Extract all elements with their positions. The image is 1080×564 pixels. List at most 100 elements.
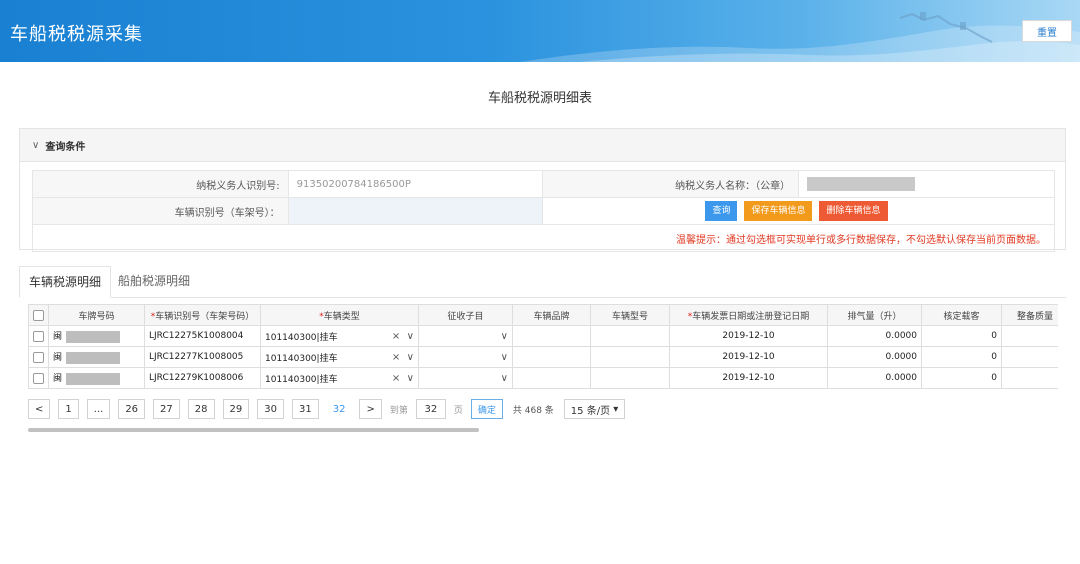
date-cell[interactable]: 2019-12-10 — [669, 346, 828, 368]
mass-cell[interactable] — [1001, 367, 1058, 389]
page-button[interactable]: 1 — [58, 399, 79, 419]
vin-cell[interactable]: LJRC12275K1008004 — [144, 325, 261, 347]
chevron-down-icon[interactable]: ∨ — [501, 331, 508, 342]
page-button[interactable]: 28 — [187, 399, 215, 419]
app-header: 车船税税源采集 重置 — [0, 0, 1080, 62]
vehicle-grid: 车牌号码 *车辆识别号（车架号码） *车辆类型 征收子目 车辆品牌 车辆型号 *… — [28, 304, 1058, 389]
row-checkbox-cell[interactable] — [28, 367, 49, 389]
page-ellipsis-button[interactable]: ... — [86, 399, 111, 419]
subject-select[interactable]: ∨ — [418, 367, 513, 389]
seats-cell[interactable]: 0 — [921, 325, 1002, 347]
mass-cell[interactable] — [1001, 325, 1058, 347]
query-actions: 查询 保存车辆信息 删除车辆信息 — [542, 197, 1055, 225]
grid-header-row: 车牌号码 *车辆识别号（车架号码） *车辆类型 征收子目 车辆品牌 车辆型号 *… — [28, 304, 1058, 326]
col-date-label: 车辆发票日期或注册登记日期 — [692, 311, 810, 322]
vin-label: 车辆识别号（车架号）： — [32, 197, 289, 225]
total-count: 共 468 条 — [512, 405, 554, 416]
prev-page-button[interactable]: < — [28, 399, 51, 419]
page-size-select[interactable]: 15 条/页 ▾ — [563, 399, 626, 419]
col-mass: 整备质量 — [1001, 304, 1058, 326]
date-cell[interactable]: 2019-12-10 — [669, 325, 828, 347]
row-checkbox[interactable] — [33, 372, 44, 384]
col-vin-label: 车辆识别号（车架号码） — [155, 311, 255, 322]
col-plate: 车牌号码 — [48, 304, 145, 326]
vehicle-grid-container[interactable]: 车牌号码 *车辆识别号（车架号码） *车辆类型 征收子目 车辆品牌 车辆型号 *… — [28, 304, 1058, 390]
seats-cell[interactable]: 0 — [921, 367, 1002, 389]
subject-select[interactable]: ∨ — [418, 346, 513, 368]
clear-icon[interactable]: × — [392, 352, 400, 363]
query-panel-header[interactable]: ∨ 查询条件 — [20, 129, 1065, 162]
row-checkbox-cell[interactable] — [28, 325, 49, 347]
page-size-value: 15 条/页 — [570, 405, 611, 417]
clear-icon[interactable]: × — [392, 331, 400, 342]
redacted-taxpayer-name — [807, 177, 916, 191]
vin-cell[interactable]: LJRC12279K1008006 — [144, 367, 261, 389]
vehicle-type-value: 101140300|挂车 — [265, 374, 338, 385]
col-subject: 征收子目 — [418, 304, 513, 326]
model-cell[interactable] — [590, 325, 670, 347]
brand-cell[interactable] — [512, 346, 591, 368]
taxpayer-id-label: 纳税义务人识别号: — [32, 170, 289, 198]
detail-tabs: 车辆税源明细 船舶税源明细 — [19, 266, 1066, 298]
chevron-down-icon[interactable]: ∨ — [501, 373, 508, 384]
taxpayer-id-value: 91350200784186500P — [287, 170, 544, 198]
caret-down-icon: ▾ — [613, 403, 619, 415]
page-button[interactable]: 31 — [291, 399, 319, 419]
page-title: 车船税税源明细表 — [487, 91, 592, 106]
great-wall-banner-decoration — [520, 12, 1080, 62]
tab-vehicle-detail[interactable]: 车辆税源明细 — [19, 266, 112, 298]
clear-icon[interactable]: × — [392, 373, 400, 384]
plate-prefix: 闽 — [53, 353, 63, 364]
select-all-checkbox-cell[interactable] — [28, 304, 49, 326]
model-cell[interactable] — [590, 367, 670, 389]
chevron-down-icon[interactable]: ∨ — [501, 352, 508, 363]
table-row: 闽 LJRC12277K1008005 101140300|挂车 × ∨ ∨ 20… — [28, 346, 1058, 368]
page-button[interactable]: 29 — [222, 399, 250, 419]
reset-button[interactable]: 重置 — [1022, 20, 1072, 42]
vin-input[interactable] — [287, 197, 544, 225]
mass-cell[interactable] — [1001, 346, 1058, 368]
date-cell[interactable]: 2019-12-10 — [669, 367, 828, 389]
chevron-down-icon[interactable]: ∨ — [407, 352, 414, 363]
vehicle-type-select[interactable]: 101140300|挂车 × ∨ — [260, 346, 419, 368]
vehicle-type-select[interactable]: 101140300|挂车 × ∨ — [260, 325, 419, 347]
row-checkbox-cell[interactable] — [28, 346, 49, 368]
vehicle-type-select[interactable]: 101140300|挂车 × ∨ — [260, 367, 419, 389]
model-cell[interactable] — [590, 346, 670, 368]
chevron-down-icon[interactable]: ∨ — [32, 140, 39, 151]
horizontal-scrollbar[interactable] — [28, 428, 479, 432]
chevron-down-icon[interactable]: ∨ — [407, 331, 414, 342]
displacement-cell[interactable]: 0.0000 — [827, 367, 922, 389]
search-button[interactable]: 查询 — [705, 201, 738, 221]
query-panel: ∨ 查询条件 纳税义务人识别号: 91350200784186500P 纳税义务… — [19, 128, 1066, 252]
col-displacement: 排气量（升） — [827, 304, 922, 326]
page-button[interactable]: 26 — [118, 399, 146, 419]
seats-cell[interactable]: 0 — [921, 346, 1002, 368]
save-vehicle-button[interactable]: 保存车辆信息 — [744, 201, 813, 221]
row-checkbox[interactable] — [33, 351, 44, 363]
plate-cell: 闽 — [48, 325, 145, 347]
col-model: 车辆型号 — [590, 304, 670, 326]
goto-label: 到第 — [389, 405, 408, 416]
page-button[interactable]: 30 — [257, 399, 284, 419]
taxpayer-name-value — [798, 170, 1055, 198]
vehicle-type-value: 101140300|挂车 — [265, 353, 338, 364]
delete-vehicle-button[interactable]: 删除车辆信息 — [819, 201, 888, 221]
goto-confirm-button[interactable]: 确定 — [470, 399, 503, 419]
page-button[interactable]: 27 — [153, 399, 180, 419]
displacement-cell[interactable]: 0.0000 — [827, 346, 922, 368]
select-all-checkbox[interactable] — [33, 309, 44, 321]
tab-vessel-detail[interactable]: 船舶税源明细 — [109, 266, 199, 297]
vin-cell[interactable]: LJRC12277K1008005 — [144, 346, 261, 368]
plate-prefix: 闽 — [53, 374, 63, 385]
brand-cell[interactable] — [512, 325, 591, 347]
redacted-plate — [66, 351, 121, 364]
displacement-cell[interactable]: 0.0000 — [827, 325, 922, 347]
warm-tip: 温馨提示：通过勾选框可实现单行或多行数据保存，不勾选默认保存当前页面数据。 — [32, 224, 1055, 252]
goto-page-input[interactable]: 32 — [415, 399, 446, 419]
next-page-button[interactable]: > — [359, 399, 382, 419]
subject-select[interactable]: ∨ — [418, 325, 513, 347]
row-checkbox[interactable] — [33, 330, 44, 342]
brand-cell[interactable] — [512, 367, 591, 389]
chevron-down-icon[interactable]: ∨ — [407, 373, 414, 384]
